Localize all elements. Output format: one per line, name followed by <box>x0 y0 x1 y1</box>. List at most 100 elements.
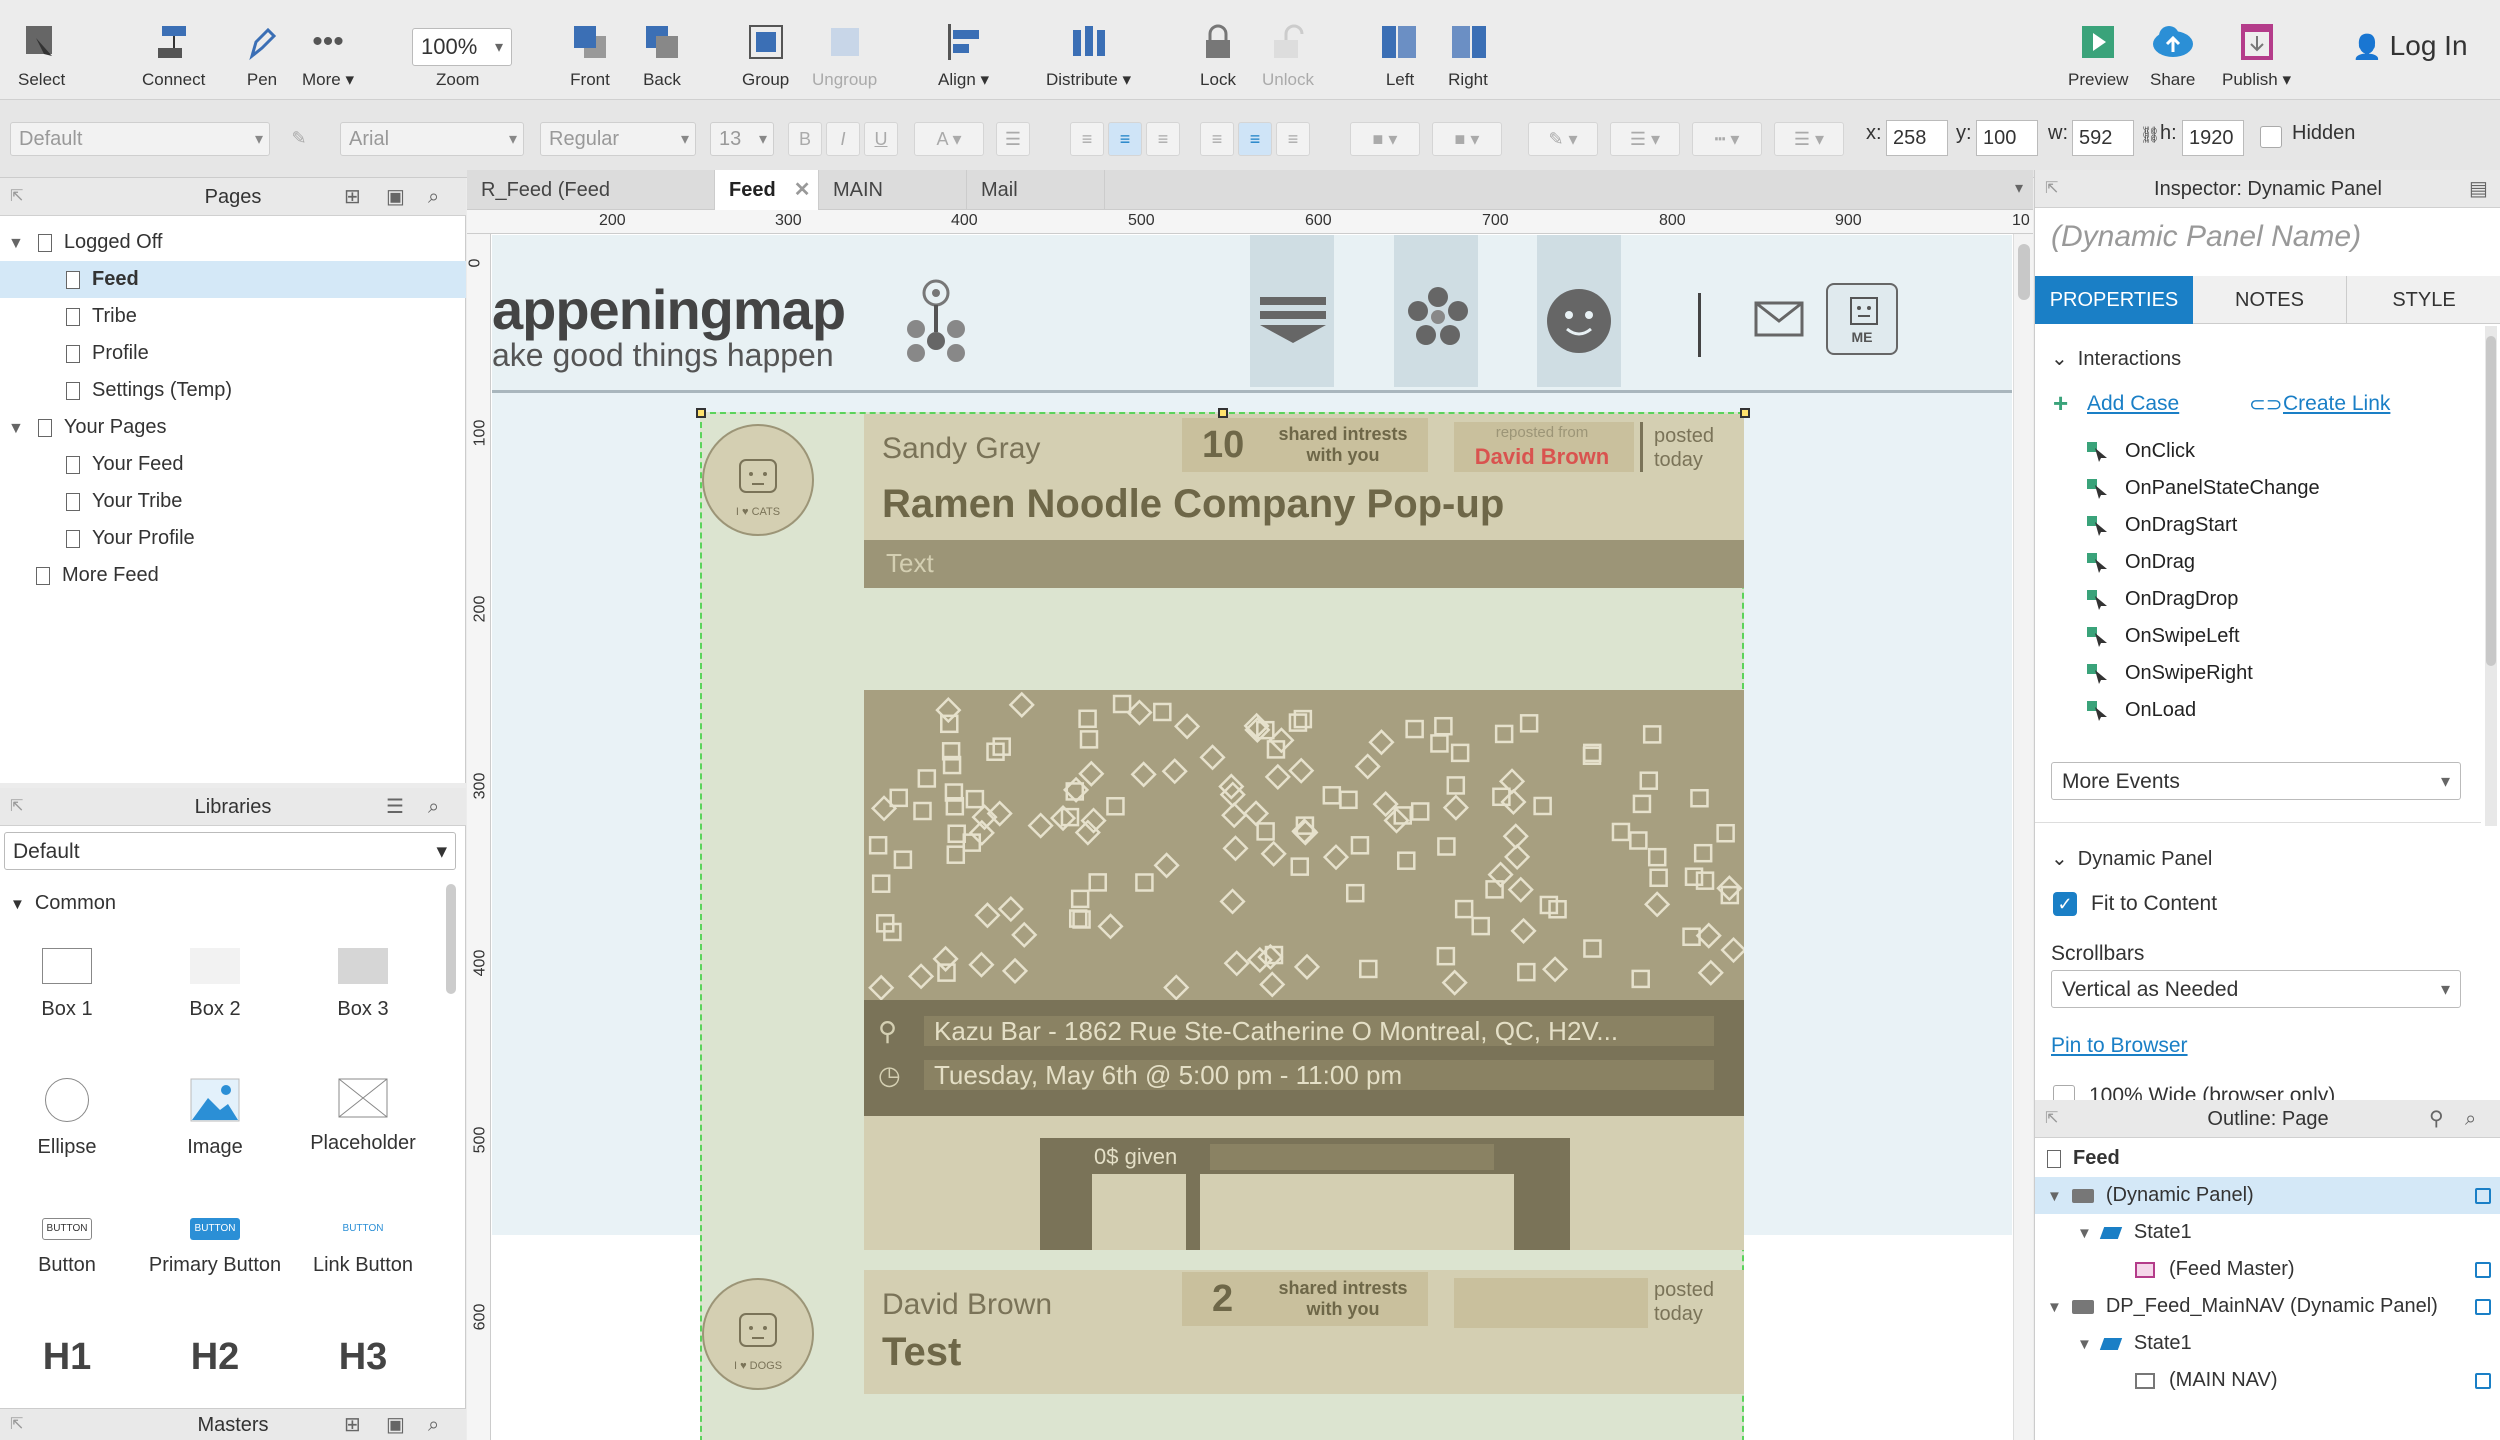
post-text-bar[interactable]: Text <box>864 540 1744 588</box>
add-master-icon[interactable]: ⊞ <box>344 1409 361 1440</box>
dynamic-panel[interactable]: I ♥ CATS Sandy Gray 10 shared intrests w… <box>700 412 1744 1440</box>
unlock-button[interactable]: Unlock <box>1262 20 1314 90</box>
outline-row-page[interactable]: Feed <box>2035 1140 2500 1177</box>
underline-button[interactable]: U <box>864 122 898 156</box>
widget-button[interactable]: BUTTON Button <box>0 1218 142 1277</box>
expand-triangle-icon[interactable]: ▼ <box>2077 1225 2092 1242</box>
add-folder-icon[interactable]: ▣ <box>386 1409 405 1440</box>
event-item[interactable]: OnDragStart <box>2125 514 2237 537</box>
fill-color-button[interactable]: ■ ▾ <box>1350 122 1420 156</box>
tab-feed[interactable]: Feed ✕ <box>715 170 819 210</box>
page-item-your-pages[interactable]: ▼ Your Pages <box>0 409 466 446</box>
masters-header[interactable]: ⇱ Masters ⊞ ▣ ⌕ <box>0 1408 466 1440</box>
page-item-profile[interactable]: Profile <box>0 335 466 372</box>
library-select[interactable]: Default ▾ <box>4 832 456 870</box>
collapse-icon[interactable]: ⇱ <box>10 788 23 826</box>
visibility-badge[interactable] <box>2475 1188 2491 1204</box>
common-section[interactable]: ▼ Common <box>10 892 116 915</box>
post-title[interactable]: Ramen Noodle Company Pop-up <box>882 482 1504 527</box>
visibility-badge[interactable] <box>2475 1373 2491 1389</box>
post-author[interactable]: Sandy Gray <box>882 432 1040 466</box>
group-button[interactable]: Group <box>742 20 789 90</box>
distribute-button[interactable]: Distribute ▾ <box>1046 20 1131 90</box>
valign-top-button[interactable]: ≡ <box>1200 122 1234 156</box>
wide-option[interactable]: 100% Wide (browser only) <box>2053 1084 2335 1100</box>
nav-feed-button[interactable] <box>1250 235 1334 387</box>
expand-triangle-icon[interactable]: ▼ <box>2077 1336 2092 1353</box>
tab-style[interactable]: STYLE <box>2347 276 2500 324</box>
wide-checkbox[interactable] <box>2053 1085 2075 1100</box>
collapse-icon[interactable]: ⇱ <box>10 1409 23 1440</box>
font-select[interactable]: Arial <box>340 122 524 156</box>
align-text-left-button[interactable]: ≡ <box>1070 122 1104 156</box>
widget-image[interactable]: Image <box>140 1078 290 1159</box>
event-item[interactable]: OnDrag <box>2125 551 2195 574</box>
expand-triangle-icon[interactable]: ▼ <box>8 420 24 437</box>
add-icon[interactable]: + <box>2053 388 2068 419</box>
inspector-scrollbar-thumb[interactable] <box>2486 336 2496 666</box>
widget-box2[interactable]: Box 2 <box>140 948 290 1021</box>
widget-h3[interactable]: H3 <box>288 1336 438 1379</box>
hidden-checkbox[interactable] <box>2260 126 2282 148</box>
page-item-your-profile[interactable]: Your Profile <box>0 520 466 557</box>
donation-widget[interactable]: 0$ given <box>1040 1138 1570 1250</box>
widget-placeholder[interactable]: Placeholder <box>288 1078 438 1155</box>
front-button[interactable]: Front <box>568 20 612 90</box>
search-icon[interactable]: ⌕ <box>428 178 439 216</box>
expand-triangle-icon[interactable]: ▼ <box>2047 1188 2062 1205</box>
filter-icon[interactable]: ⚲ <box>2429 1100 2444 1138</box>
search-icon[interactable]: ⌕ <box>428 1409 439 1440</box>
widget-link-button[interactable]: BUTTON Link Button <box>288 1218 438 1277</box>
width-input[interactable]: 592 <box>2072 120 2134 156</box>
event-time[interactable]: Tuesday, May 6th @ 5:00 pm - 11:00 pm <box>924 1060 1714 1090</box>
y-input[interactable]: 100 <box>1976 120 2038 156</box>
widget-box3[interactable]: Box 3 <box>288 948 438 1021</box>
add-page-icon[interactable]: ⊞ <box>344 178 361 216</box>
widget-h1[interactable]: H1 <box>0 1336 142 1379</box>
event-location[interactable]: Kazu Bar - 1862 Rue Ste-Catherine O Mont… <box>924 1016 1714 1046</box>
dynamic-panel-section[interactable]: ⌄ Dynamic Panel <box>2051 846 2212 871</box>
line-style-button[interactable]: ┅ ▾ <box>1692 122 1762 156</box>
align-text-center-button[interactable]: ≡ <box>1108 122 1142 156</box>
more-events-select[interactable]: More Events <box>2051 762 2461 800</box>
zoom-select[interactable]: 100% ▾ <box>412 28 512 66</box>
page-item-your-feed[interactable]: Your Feed <box>0 446 466 483</box>
outline-row-state[interactable]: ▼ State1 <box>2035 1214 2500 1251</box>
interactions-section[interactable]: ⌄ Interactions <box>2051 346 2181 371</box>
more-tools[interactable]: ••• More ▾ <box>302 20 354 90</box>
app-header[interactable]: appeningmap ake good things happen ME <box>492 235 2012 393</box>
bold-button[interactable]: B <box>788 122 822 156</box>
scrollbars-select[interactable]: Vertical as Needed <box>2051 970 2461 1008</box>
collapse-icon[interactable]: ⇱ <box>2045 1100 2058 1138</box>
widget-box1[interactable]: Box 1 <box>0 948 142 1021</box>
donate-button[interactable] <box>1200 1174 1514 1250</box>
design-canvas[interactable]: 200 300 400 500 600 700 800 900 10 0 100… <box>467 210 2033 1440</box>
outline-row-dynamic-panel[interactable]: ▼ (Dynamic Panel) <box>2035 1177 2500 1214</box>
add-folder-icon[interactable]: ▣ <box>386 178 405 216</box>
outline-row-main-nav[interactable]: (MAIN NAV) <box>2035 1362 2500 1399</box>
tab-properties[interactable]: PROPERTIES <box>2035 276 2193 324</box>
close-icon[interactable]: ✕ <box>794 179 811 201</box>
tab-main-nav[interactable]: MAIN NAV✕ <box>819 170 967 241</box>
event-item[interactable]: OnClick <box>2125 440 2195 463</box>
create-link-link[interactable]: Create Link <box>2283 392 2390 416</box>
valign-bottom-button[interactable]: ≡ <box>1276 122 1310 156</box>
page-item-more-feed[interactable]: More Feed <box>0 557 466 594</box>
post-title[interactable]: Test <box>882 1330 961 1375</box>
event-item[interactable]: OnSwipeLeft <box>2125 625 2240 648</box>
repost-box[interactable]: reposted from David Brown <box>1454 422 1634 472</box>
library-scrollbar[interactable] <box>446 884 456 994</box>
tab-r-feed[interactable]: R_Feed (Feed Master)✕ <box>467 170 715 241</box>
add-case-link[interactable]: Add Case <box>2087 392 2179 416</box>
event-item[interactable]: OnSwipeRight <box>2125 662 2253 685</box>
event-item[interactable]: OnLoad <box>2125 699 2196 722</box>
resize-handle[interactable] <box>1740 408 1750 418</box>
donation-amount-button[interactable] <box>1092 1174 1186 1250</box>
lock-button[interactable]: Lock <box>1196 20 1240 90</box>
shadow-button[interactable]: ■ ▾ <box>1432 122 1502 156</box>
select-tool[interactable]: Select <box>18 20 65 90</box>
lock-ratio-icon[interactable]: ⛓ <box>2140 125 2160 145</box>
arrow-style-button[interactable]: ☰ ▾ <box>1774 122 1844 156</box>
pin-to-browser-link[interactable]: Pin to Browser <box>2051 1034 2188 1058</box>
style-editor-icon[interactable]: ✎ <box>282 122 316 156</box>
